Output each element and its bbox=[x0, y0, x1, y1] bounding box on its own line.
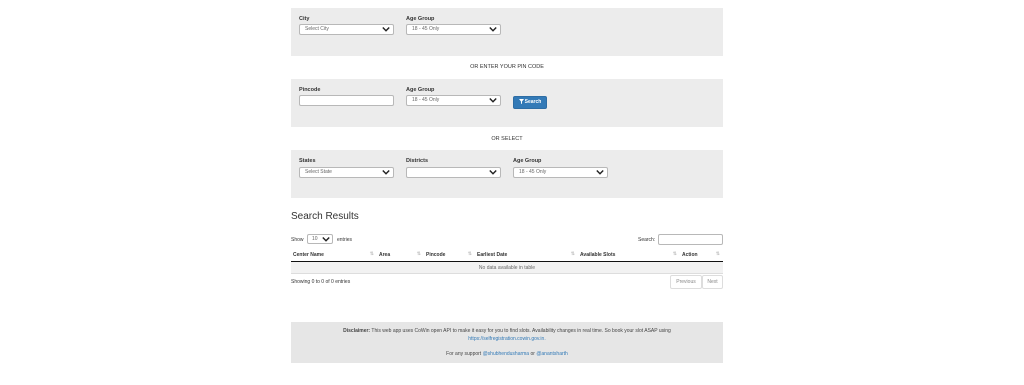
col-center-name[interactable]: Center Name ⇅ bbox=[291, 249, 377, 262]
age-group-label: Age Group bbox=[406, 87, 435, 93]
chevron-down-icon bbox=[322, 236, 330, 242]
sort-icon: ⇅ bbox=[672, 251, 677, 257]
table-info: Showing 0 to 0 of 0 entries bbox=[291, 279, 351, 285]
states-select-value: Select State bbox=[305, 169, 332, 175]
pincode-search-panel: Pincode Age Group 18 - 45 Only bbox=[291, 79, 723, 127]
sort-icon: ⇅ bbox=[715, 251, 720, 257]
city-label: City bbox=[299, 16, 310, 22]
col-earliest-date-label: Earliest Date bbox=[477, 252, 508, 258]
filter-icon bbox=[518, 99, 524, 104]
pincode-separator: OR ENTER YOUR PIN CODE bbox=[470, 64, 544, 70]
entries-label: entries bbox=[337, 237, 353, 243]
table-search-input[interactable] bbox=[658, 234, 723, 245]
age-group-select-value: 18 - 45 Only bbox=[412, 26, 440, 32]
col-earliest-date[interactable]: Earliest Date ⇅ bbox=[475, 249, 578, 262]
support-prefix: For any support bbox=[446, 351, 482, 357]
col-area-label: Area bbox=[379, 252, 391, 258]
entries-select[interactable]: 10 bbox=[307, 234, 333, 244]
col-action[interactable]: Action ⇅ bbox=[680, 249, 723, 262]
age-group-label: Age Group bbox=[406, 16, 435, 22]
chevron-down-icon bbox=[489, 169, 497, 175]
chevron-down-icon bbox=[382, 169, 390, 175]
show-label: Show bbox=[291, 237, 304, 243]
cowin-link[interactable]: https://selfregistration.cowin.gov.in. bbox=[468, 336, 545, 342]
age-group-label: Age Group bbox=[513, 158, 542, 164]
states-select[interactable]: Select State bbox=[299, 167, 394, 178]
pincode-input[interactable] bbox=[299, 95, 394, 106]
empty-table-message: No data available in table bbox=[291, 261, 723, 274]
districts-label: Districts bbox=[406, 158, 429, 164]
state-search-panel: States Select State Districts Age Group … bbox=[291, 150, 723, 198]
col-area[interactable]: Area ⇅ bbox=[377, 249, 424, 262]
sort-icon: ⇅ bbox=[570, 251, 575, 257]
disclaimer-footer: Disclaimer: This web app uses CoWin open… bbox=[291, 322, 723, 363]
table-header-row: Center Name ⇅ Area ⇅ Pincode ⇅ Earliest Dat… bbox=[291, 249, 723, 262]
col-pincode[interactable]: Pincode ⇅ bbox=[424, 249, 475, 262]
chevron-down-icon bbox=[596, 169, 604, 175]
chevron-down-icon bbox=[489, 97, 497, 103]
disclaimer-text: This web app uses CoWin open API to make… bbox=[371, 328, 671, 334]
search-button[interactable]: Search bbox=[513, 96, 547, 109]
previous-button[interactable]: Previous bbox=[670, 275, 702, 289]
support-handle-2[interactable]: @anantsharth bbox=[536, 351, 567, 357]
disclaimer-line: Disclaimer: This web app uses CoWin open… bbox=[291, 327, 723, 343]
table-row: No data available in table bbox=[291, 261, 723, 274]
col-action-label: Action bbox=[682, 252, 698, 258]
age-group-select[interactable]: 18 - 45 Only bbox=[513, 167, 608, 178]
col-pincode-label: Pincode bbox=[426, 252, 446, 258]
city-select[interactable]: Select City bbox=[299, 24, 394, 35]
age-group-select-value: 18 - 45 Only bbox=[519, 169, 547, 175]
disclaimer-label: Disclaimer: bbox=[343, 328, 371, 334]
support-line: For any support @shubhendusharma or @ana… bbox=[291, 351, 723, 357]
support-or: or bbox=[530, 351, 535, 357]
states-label: States bbox=[299, 158, 316, 164]
table-search-label: Search: bbox=[638, 237, 656, 243]
pincode-label: Pincode bbox=[299, 87, 321, 93]
sort-icon: ⇅ bbox=[416, 251, 421, 257]
select-separator: OR SELECT bbox=[491, 136, 523, 142]
age-group-select-value: 18 - 45 Only bbox=[412, 97, 440, 103]
districts-select[interactable] bbox=[406, 167, 501, 178]
sort-icon: ⇅ bbox=[467, 251, 472, 257]
next-button[interactable]: Next bbox=[702, 275, 723, 289]
age-group-select[interactable]: 18 - 45 Only bbox=[406, 24, 501, 35]
search-button-label: Search bbox=[524, 99, 542, 105]
support-handle-1[interactable]: @shubhendusharma bbox=[483, 351, 530, 357]
chevron-down-icon bbox=[489, 26, 497, 32]
age-group-select[interactable]: 18 - 45 Only bbox=[406, 95, 501, 106]
col-center-name-label: Center Name bbox=[293, 252, 324, 258]
city-search-panel: City Select City Age Group 18 - 45 Only bbox=[291, 8, 723, 56]
results-title: Search Results bbox=[291, 211, 359, 222]
city-select-value: Select City bbox=[305, 26, 329, 32]
sort-icon: ⇅ bbox=[369, 251, 374, 257]
entries-select-value: 10 bbox=[312, 236, 318, 242]
results-table: Center Name ⇅ Area ⇅ Pincode ⇅ Earliest Dat… bbox=[291, 249, 723, 274]
chevron-down-icon bbox=[382, 26, 390, 32]
col-available-slots-label: Available Slots bbox=[580, 252, 616, 258]
col-available-slots[interactable]: Available Slots ⇅ bbox=[578, 249, 680, 262]
